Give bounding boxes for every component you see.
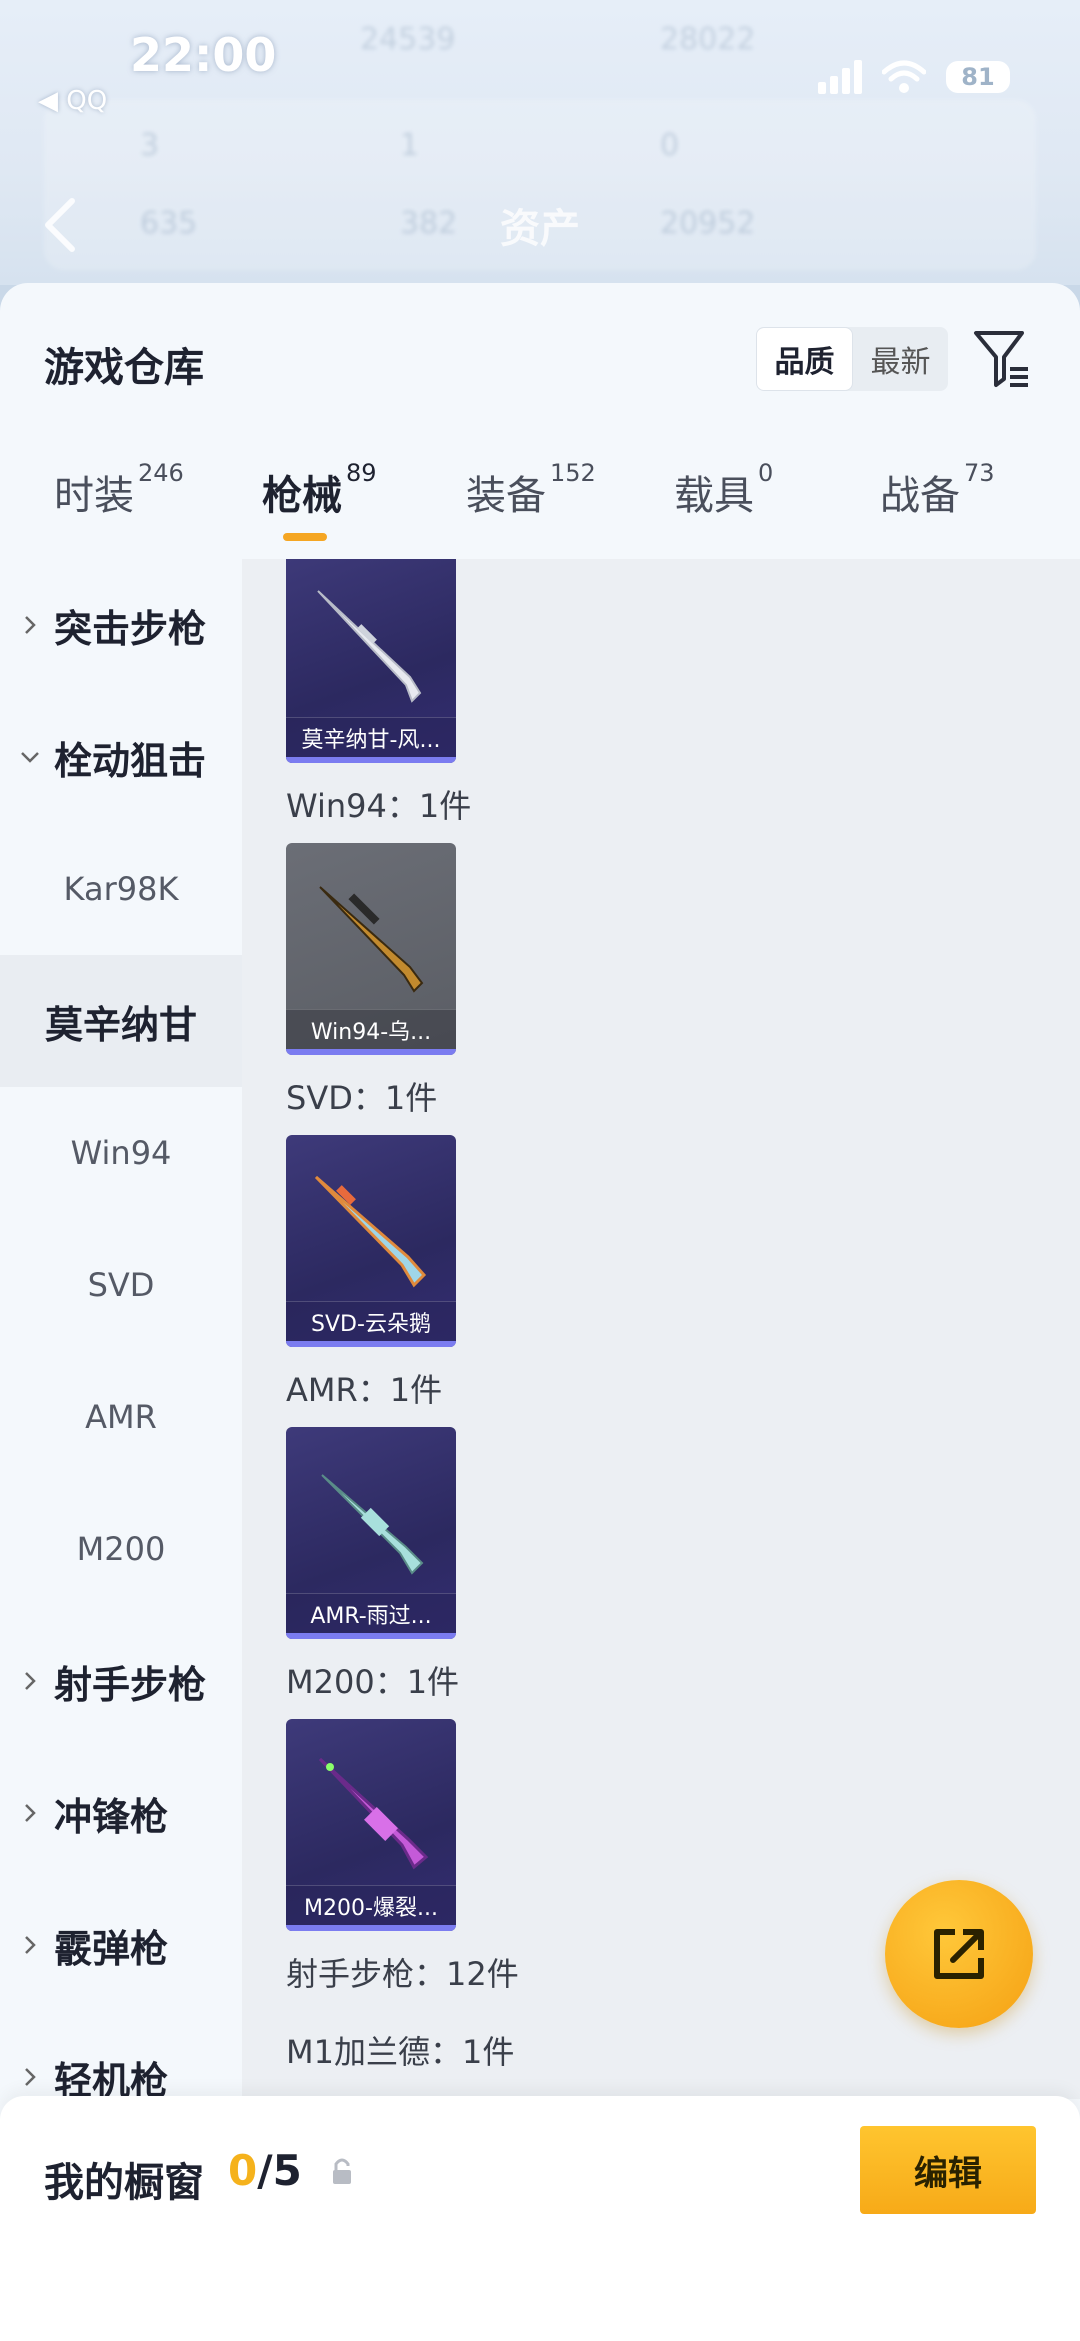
ghost-stat: 28022: [660, 22, 756, 57]
item-card-m200[interactable]: M200-爆裂...: [286, 1719, 456, 1931]
weapon-category-list: 突击步枪 栓动狙击 Kar98K 莫辛纳甘 Win94 SVD AMR M200…: [0, 559, 242, 2103]
item-card-win94[interactable]: Win94-乌...: [286, 843, 456, 1055]
category-label: 栓动狙击: [54, 738, 207, 783]
count-line: SVD：1件: [286, 1079, 438, 1117]
back-to-app-link[interactable]: ◀ QQ: [38, 86, 107, 116]
share-icon: [934, 1929, 984, 1979]
category-assault-rifle[interactable]: 突击步枪: [0, 559, 242, 691]
ghost-stat: 24539: [360, 22, 456, 57]
tab-count: 152: [550, 459, 596, 487]
tab-vehicles[interactable]: 载具 0: [674, 459, 773, 521]
filter-icon[interactable]: [972, 327, 1032, 391]
warehouse-title: 游戏仓库: [44, 345, 204, 391]
warehouse-header: 游戏仓库 品质 最新: [0, 283, 1080, 403]
category-shotgun[interactable]: 霰弹枪: [0, 1879, 242, 2011]
status-time: 22:00: [130, 28, 277, 82]
count-line: AMR：1件: [286, 1371, 443, 1409]
item-card-amr[interactable]: AMR-雨过...: [286, 1427, 456, 1639]
top-header: 24539 28022 3 1 0 635 382 20952 22:00 ◀ …: [0, 0, 1080, 285]
ghost-stat: 1: [400, 128, 420, 163]
lock-icon: [333, 2158, 351, 2184]
rarity-bar: [286, 757, 456, 763]
rarity-bar: [286, 1341, 456, 1347]
category-label: 冲锋枪: [54, 1794, 169, 1839]
rarity-bar: [286, 1049, 456, 1055]
rifle-icon: [317, 590, 422, 703]
item-card-mosin[interactable]: 莫辛纳甘-风...: [286, 559, 456, 763]
share-button[interactable]: [885, 1880, 1033, 2028]
tab-label: 时装: [54, 473, 134, 519]
tab-supplies[interactable]: 战备 73: [880, 459, 995, 521]
showcase-count: 0/5: [228, 2146, 302, 2195]
tab-guns[interactable]: 枪械 89: [262, 459, 377, 521]
sort-quality-button[interactable]: 品质: [756, 327, 853, 391]
showcase-panel: 我的橱窗 0/5 编辑: [0, 2096, 1080, 2341]
edit-button[interactable]: 编辑: [860, 2126, 1036, 2214]
rifle-icon: [314, 1175, 427, 1288]
showcase-current: 0: [228, 2146, 258, 2195]
category-label: 霰弹枪: [54, 1926, 169, 1971]
subcategory-amr[interactable]: AMR: [0, 1351, 242, 1483]
chevron-right-icon: [25, 1936, 36, 1954]
sort-toggle: 品质 最新: [756, 327, 948, 391]
count-line: Win94：1件: [286, 787, 472, 825]
showcase-total: /5: [257, 2146, 302, 2195]
count-line: 射手步枪：12件: [286, 1955, 519, 1993]
tab-count: 73: [964, 459, 995, 487]
category-tabs: 时装 246 枪械 89 装备 152 载具 0 战备 73: [0, 459, 1080, 543]
wifi-icon: [882, 60, 926, 93]
rifle-icon: [321, 1474, 424, 1575]
category-bolt-sniper[interactable]: 栓动狙击: [0, 691, 242, 823]
category-label: 突击步枪: [54, 606, 207, 651]
rarity-bar: [286, 1633, 456, 1639]
sort-latest-button[interactable]: 最新: [853, 327, 948, 391]
signal-icon: [818, 60, 862, 94]
battery-indicator: 81: [946, 61, 1010, 93]
warehouse-sheet: 游戏仓库 品质 最新 时装 246 枪械 89 装备 152 载具 0 战备 7…: [0, 283, 1080, 2341]
subcategory-mosin[interactable]: 莫辛纳甘: [0, 955, 242, 1087]
item-label: AMR-雨过...: [286, 1593, 456, 1633]
tab-fashion[interactable]: 时装 246: [54, 459, 184, 521]
chevron-right-icon: [25, 2068, 36, 2086]
active-tab-indicator: [283, 533, 327, 541]
item-card-svd[interactable]: SVD-云朵鹅: [286, 1135, 456, 1347]
ghost-stat: 0: [660, 128, 680, 163]
chevron-right-icon: [25, 1672, 36, 1690]
tab-label: 载具: [674, 473, 754, 519]
item-label: 莫辛纳甘-风...: [286, 717, 456, 757]
chevron-down-icon: [21, 752, 39, 763]
category-marksman-rifle[interactable]: 射手步枪: [0, 1615, 242, 1747]
tab-label: 装备: [466, 473, 546, 519]
tab-count: 0: [758, 459, 774, 487]
chevron-right-icon: [25, 1804, 36, 1822]
status-icons: 81: [818, 60, 1010, 94]
tab-count: 246: [138, 459, 184, 487]
subcategory-win94[interactable]: Win94: [0, 1087, 242, 1219]
subcategory-kar98k[interactable]: Kar98K: [0, 823, 242, 955]
rifle-icon: [319, 886, 424, 993]
ghost-stat: 3: [140, 128, 160, 163]
count-line: M200：1件: [286, 1663, 460, 1701]
page-title: 资产: [500, 206, 580, 252]
item-label: M200-爆裂...: [286, 1885, 456, 1925]
subcategory-m200[interactable]: M200: [0, 1483, 242, 1615]
item-grid: 莫辛纳甘-风... Win94：1件 Win94-乌... SVD：1件 SVD…: [242, 559, 1080, 2099]
category-label: 射手步枪: [54, 1662, 207, 1707]
rarity-bar: [286, 1925, 456, 1931]
item-label: Win94-乌...: [286, 1009, 456, 1049]
rifle-icon: [318, 1757, 429, 1870]
tab-equipment[interactable]: 装备 152: [466, 459, 596, 521]
subcategory-svd[interactable]: SVD: [0, 1219, 242, 1351]
category-smg[interactable]: 冲锋枪: [0, 1747, 242, 1879]
tab-count: 89: [346, 459, 377, 487]
tab-label: 战备: [880, 473, 960, 519]
chevron-right-icon: [25, 616, 36, 634]
count-line: M1加兰德：1件: [286, 2033, 515, 2071]
showcase-label: 我的橱窗: [44, 2160, 204, 2206]
item-label: SVD-云朵鹅: [286, 1301, 456, 1341]
tab-label: 枪械: [262, 473, 342, 519]
